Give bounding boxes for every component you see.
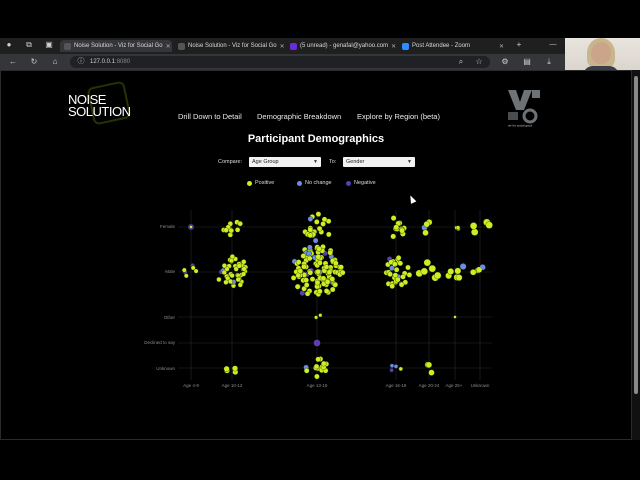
- participant-face: [591, 42, 611, 64]
- col-label-unknown: Unknown: [470, 383, 490, 388]
- address-port: :8080: [115, 59, 131, 65]
- col-label-age-10-12: Age 10-12: [221, 383, 243, 388]
- tab-group-icon[interactable]: ⧉: [24, 40, 34, 50]
- mail-favicon-icon: [290, 42, 297, 50]
- nav-explore-region[interactable]: Explore by Region (beta): [357, 112, 440, 121]
- tab-noise-solution-1[interactable]: Noise Solution - Viz for Social Go ✕: [60, 40, 172, 52]
- negative-dot-icon: [346, 180, 351, 186]
- tab-label: Post Attendee - Zoom: [412, 43, 471, 49]
- tab-label: Noise Solution - Viz for Social Go: [188, 43, 277, 49]
- positive-dot-icon: [247, 180, 252, 186]
- zoom-favicon-icon: [402, 42, 409, 50]
- tab-label: Noise Solution - Viz for Social Go: [74, 43, 163, 49]
- legend-negative[interactable]: Negative: [346, 180, 376, 186]
- to-select-value: Gender: [346, 159, 365, 165]
- compare-select[interactable]: Age Group ▼: [249, 157, 321, 167]
- col-label-age-13-15: Age 13-15: [306, 383, 328, 388]
- legend-no-change-label: No change: [305, 180, 332, 186]
- tab-yahoo-mail[interactable]: (5 unread) - genafal@yahoo.com ✕: [286, 40, 396, 52]
- viz-logo-block-icon: [508, 112, 518, 120]
- close-tab-icon[interactable]: ✕: [391, 43, 396, 50]
- page-scrollbar[interactable]: [632, 70, 640, 440]
- compare-select-value: Age Group: [252, 159, 279, 165]
- row-label-female: Female: [159, 224, 175, 229]
- close-tab-icon[interactable]: ✕: [166, 43, 171, 50]
- legend-positive[interactable]: Positive: [247, 180, 274, 186]
- address-host: 127.0.0.1: [90, 59, 116, 65]
- legend-positive-label: Positive: [255, 180, 275, 186]
- site-logo[interactable]: NOISE SOLUTION: [68, 93, 131, 119]
- no-change-dot-icon: [297, 180, 302, 186]
- site-info-icon[interactable]: ⓘ: [76, 57, 86, 67]
- page-favicon-icon: [178, 42, 185, 50]
- home-icon[interactable]: ⌂: [50, 57, 60, 67]
- extensions-icon[interactable]: ⚙: [500, 57, 510, 67]
- viz-for-social-good-logo[interactable]: viz for social good: [506, 88, 542, 128]
- nav-drill-down[interactable]: Drill Down to Detail: [178, 112, 242, 121]
- tab-label: (5 unread) - genafal@yahoo.com: [300, 43, 389, 49]
- tab-noise-solution-2[interactable]: Noise Solution - Viz for Social Go ✕: [174, 40, 284, 52]
- viz-logo-text: viz for social good: [508, 124, 532, 128]
- row-label-other: Other: [163, 315, 175, 320]
- close-tab-icon[interactable]: ✕: [499, 43, 504, 50]
- reload-icon[interactable]: ↻: [29, 57, 39, 67]
- bookmark-star-icon[interactable]: ☆: [474, 57, 484, 67]
- nav-demographic-breakdown[interactable]: Demographic Breakdown: [257, 112, 341, 121]
- chevron-down-icon: ▼: [407, 159, 412, 165]
- page-favicon-icon: [64, 42, 71, 50]
- scrollbar-thumb[interactable]: [634, 76, 638, 394]
- tab-zoom[interactable]: Post Attendee - Zoom ✕: [398, 40, 508, 52]
- tab-search-icon[interactable]: ▣: [44, 40, 54, 50]
- reading-list-icon[interactable]: ▤: [522, 57, 532, 67]
- legend-no-change[interactable]: No change: [297, 180, 332, 186]
- legend-negative-label: Negative: [354, 180, 376, 186]
- logo-line2: SOLUTION: [68, 104, 131, 119]
- close-tab-icon[interactable]: ✕: [280, 43, 284, 50]
- row-label-unknown: Unknown: [156, 366, 175, 371]
- viz-logo-circle-icon: [522, 108, 538, 124]
- new-tab-button[interactable]: +: [514, 40, 524, 50]
- back-icon[interactable]: ←: [8, 57, 18, 67]
- to-select[interactable]: Gender ▼: [343, 157, 415, 167]
- downloads-icon[interactable]: ⤓: [544, 57, 554, 67]
- profile-icon[interactable]: ●: [4, 40, 14, 50]
- row-label-male: Male: [165, 269, 175, 274]
- to-label: To:: [329, 159, 337, 165]
- viz-logo-v-icon: [508, 90, 532, 110]
- minimize-icon[interactable]: —: [548, 40, 558, 50]
- col-label-age-4-9: Age 4-9: [183, 383, 199, 388]
- chevron-down-icon: ▼: [313, 159, 318, 165]
- row-label-declined: Declined to say: [144, 340, 175, 345]
- viz-logo-square-icon: [532, 90, 540, 98]
- zoom-lens-icon[interactable]: ⌕: [456, 57, 466, 67]
- page-title: Participant Demographics: [247, 133, 385, 145]
- address-bar[interactable]: 127.0.0.1:8080: [70, 56, 490, 68]
- compare-label: Compare:: [218, 159, 243, 165]
